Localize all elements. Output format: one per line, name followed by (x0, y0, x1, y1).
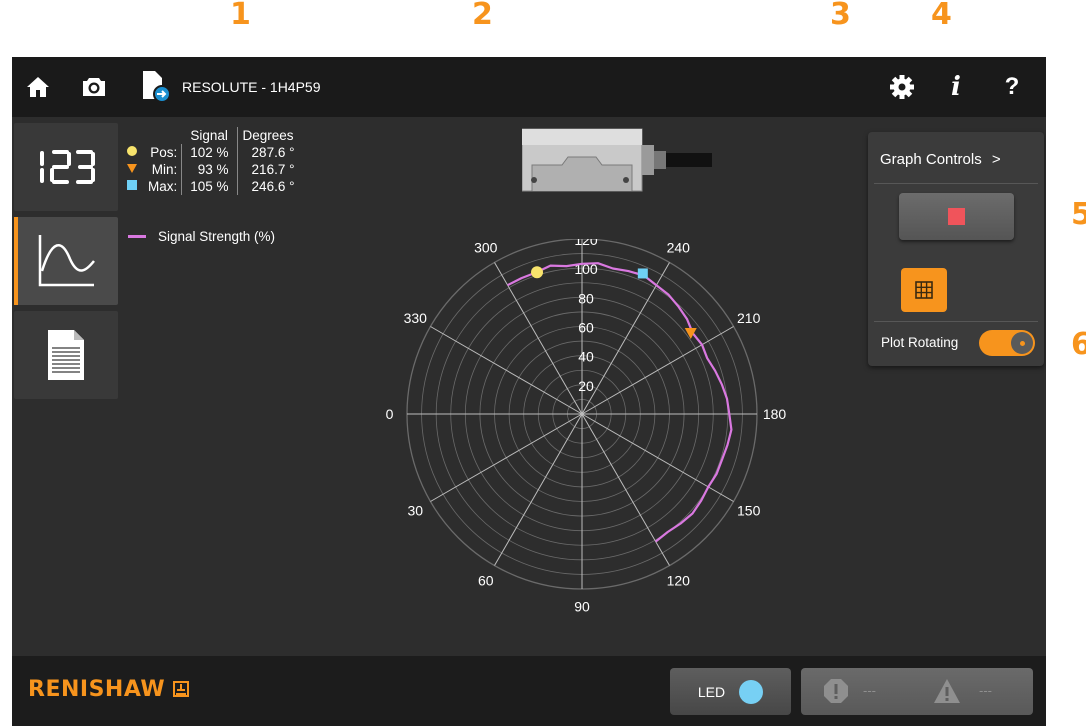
sidebar (14, 123, 118, 405)
angle-label: 210 (737, 310, 761, 326)
home-icon[interactable] (22, 71, 54, 103)
chart-legend: Signal Strength (%) (128, 229, 275, 244)
app-window: RESOLUTE - 1H4P59 i ? Signal Degrees Pos… (12, 57, 1046, 726)
status-panel[interactable]: --- --- (801, 668, 1033, 715)
max-marker-icon (127, 180, 137, 190)
degrees-header: Degrees (242, 128, 294, 143)
angle-label: 300 (474, 239, 498, 255)
callout-3: 3 (830, 0, 851, 32)
camera-icon[interactable] (78, 71, 110, 103)
readhead-image (522, 128, 712, 192)
device-file-icon[interactable] (136, 71, 176, 103)
grid-icon (915, 281, 933, 299)
sidebar-item-report[interactable] (14, 311, 118, 399)
radial-label: 60 (578, 320, 594, 336)
radial-label: 80 (578, 290, 594, 306)
legend-label: Signal Strength (%) (158, 229, 276, 244)
min-marker-icon (127, 164, 137, 173)
radial-label: 120 (574, 239, 598, 248)
chevron-right-icon: > (991, 151, 1001, 168)
graph-controls-panel: Graph Controls > Plot Rotating (868, 132, 1044, 366)
pos-label: Pos: (144, 144, 183, 161)
polar-chart: 3002702402101801501209060300330 12010080… (386, 239, 787, 615)
brand-text: RENISHAW (28, 677, 166, 702)
led-button[interactable]: LED (670, 668, 791, 715)
plot-rotating-label: Plot Rotating (881, 335, 959, 350)
error-icon (824, 679, 848, 703)
position-stats: Signal Degrees Pos: 102 % 287.6 ° Min: 9… (122, 127, 298, 195)
gear-icon[interactable] (886, 71, 918, 103)
max-marker (637, 268, 648, 279)
callout-4: 4 (931, 0, 952, 32)
max-signal: 105 % (181, 178, 238, 195)
digital-readout-icon (40, 150, 95, 184)
error-value: --- (863, 683, 876, 698)
divider (874, 183, 1038, 184)
angle-label: 180 (763, 406, 787, 422)
stats-row-pos: Pos: 102 % 287.6 ° (122, 144, 298, 161)
pos-marker-icon (127, 146, 137, 156)
legend-line-swatch (128, 235, 146, 238)
toggle-knob (1011, 332, 1033, 354)
led-indicator (739, 679, 764, 704)
grid-spoke (581, 326, 734, 415)
angle-label: 240 (667, 239, 691, 255)
callout-6: 6 (1071, 327, 1086, 362)
grid-spoke (430, 326, 583, 415)
grid-spoke (581, 413, 670, 566)
angle-label: 0 (386, 406, 394, 422)
signal-markers (531, 266, 697, 339)
sidebar-item-graph[interactable] (14, 217, 118, 305)
radial-label: 20 (578, 378, 594, 394)
signal-header: Signal (181, 127, 238, 144)
grid-toggle-button[interactable] (901, 268, 947, 312)
callout-5: 5 (1071, 197, 1086, 232)
top-bar: RESOLUTE - 1H4P59 i ? (12, 57, 1046, 117)
pos-degrees: 287.6 ° (251, 145, 295, 160)
angle-label: 150 (737, 502, 761, 518)
angle-label: 30 (408, 502, 424, 518)
graph-controls-title: Graph Controls (880, 151, 982, 168)
graph-icon (38, 235, 95, 287)
led-label: LED (697, 683, 726, 700)
device-title: RESOLUTE - 1H4P59 (182, 79, 321, 95)
help-icon[interactable]: ? (996, 71, 1028, 103)
divider (874, 321, 1038, 322)
graph-controls-toggle[interactable]: Graph Controls > (880, 151, 1001, 168)
min-label: Min: (144, 161, 183, 178)
stop-icon (948, 208, 965, 225)
grid-spoke (581, 413, 734, 502)
max-degrees: 246.6 ° (251, 179, 295, 194)
angle-label: 330 (404, 310, 428, 326)
callout-2: 2 (472, 0, 493, 32)
stats-row-max: Max: 105 % 246.6 ° (122, 178, 298, 195)
radial-label: 40 (578, 349, 594, 365)
stop-button[interactable] (899, 193, 1014, 240)
brand-mark-icon (173, 681, 190, 697)
grid-spoke (494, 413, 583, 566)
min-signal: 93 % (181, 161, 238, 178)
max-label: Max: (144, 178, 183, 195)
warning-value: --- (979, 683, 992, 698)
angle-label: 90 (574, 599, 590, 615)
document-icon (48, 330, 84, 380)
info-icon[interactable]: i (940, 71, 972, 103)
renishaw-logo: RENISHAW (28, 677, 190, 702)
sidebar-item-numeric-readout[interactable] (14, 123, 118, 211)
pos-signal: 102 % (181, 144, 238, 161)
grid-spoke (430, 413, 583, 502)
pos-marker (531, 266, 544, 279)
min-degrees: 216.7 ° (251, 162, 295, 177)
warning-icon (934, 679, 960, 703)
stats-row-min: Min: 93 % 216.7 ° (122, 161, 298, 178)
angle-label: 120 (667, 573, 691, 589)
callout-1: 1 (230, 0, 251, 32)
footer: RENISHAW LED --- --- (12, 656, 1046, 726)
angle-label: 60 (478, 573, 494, 589)
plot-rotating-toggle[interactable] (979, 330, 1035, 356)
